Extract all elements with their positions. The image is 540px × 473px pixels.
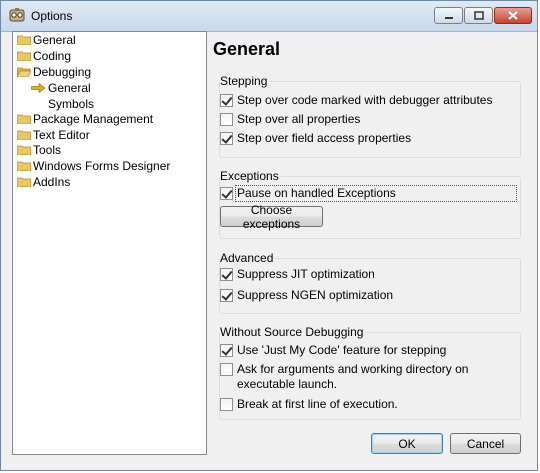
suppress-jit-checkbox[interactable] <box>220 268 233 281</box>
tree-item-tools[interactable]: Tools <box>17 142 61 158</box>
suppress-ngen-checkbox[interactable] <box>220 289 233 302</box>
checkbox-label: Step over code marked with debugger attr… <box>237 93 493 107</box>
folder-icon <box>17 145 31 155</box>
options-app-icon <box>9 8 25 22</box>
tree-item-package-management[interactable]: Package Management <box>17 111 153 127</box>
maximize-icon <box>473 11 484 20</box>
page-title: General <box>213 39 281 59</box>
folder-open-icon <box>17 67 31 77</box>
step-over-all-properties-checkbox[interactable] <box>220 113 233 126</box>
pause-on-handled-exceptions-checkbox[interactable] <box>220 187 233 200</box>
advanced-group-label: Advanced <box>220 251 276 265</box>
tree-item-addins[interactable]: AddIns <box>17 174 70 190</box>
minimize-button[interactable] <box>434 7 463 24</box>
tree-item-label: AddIns <box>33 175 71 189</box>
stepping-group-label: Stepping <box>220 74 270 88</box>
without-source-debugging-label: Without Source Debugging <box>220 325 366 339</box>
options-tree[interactable]: General Coding Debugging General Symbols… <box>12 31 207 455</box>
tree-item-label: Symbols <box>48 97 95 111</box>
checkbox-label: Pause on handled Exceptions <box>237 186 396 200</box>
tree-item-symbols[interactable]: Symbols <box>48 96 94 112</box>
maximize-button[interactable] <box>464 7 493 24</box>
checkbox-label: Suppress JIT optimization <box>237 267 375 281</box>
title-bar[interactable]: Options <box>1 1 537 32</box>
folder-icon <box>17 177 31 187</box>
checkbox-label-continued: executable launch. <box>237 377 338 391</box>
minimize-icon <box>444 16 453 19</box>
ok-button[interactable]: OK <box>371 433 443 454</box>
tree-item-label: Text Editor <box>33 128 90 142</box>
tree-item-label: General <box>48 81 91 95</box>
exceptions-group-label: Exceptions <box>220 169 281 183</box>
checkbox-label: Break at first line of execution. <box>237 397 398 411</box>
tree-item-label: Coding <box>33 49 72 63</box>
step-over-field-access-checkbox[interactable] <box>220 132 233 145</box>
ask-for-arguments-checkbox[interactable] <box>220 363 233 376</box>
tree-item-label: Tools <box>33 143 62 157</box>
tree-item-text-editor[interactable]: Text Editor <box>17 127 90 143</box>
just-my-code-checkbox[interactable] <box>220 344 233 357</box>
tree-item-debugging[interactable]: Debugging <box>17 64 91 80</box>
checkbox-label: Step over field access properties <box>237 131 412 145</box>
folder-icon <box>17 51 31 61</box>
close-icon <box>508 11 518 20</box>
checkbox-label: Use 'Just My Code' feature for stepping <box>237 343 447 357</box>
cancel-button[interactable]: Cancel <box>450 433 521 454</box>
break-at-first-line-checkbox[interactable] <box>220 398 233 411</box>
tree-item-general[interactable]: General <box>17 32 76 48</box>
folder-icon <box>17 114 31 124</box>
folder-icon <box>17 161 31 171</box>
step-over-debugger-attributes-checkbox[interactable] <box>220 94 233 107</box>
choose-exceptions-button[interactable]: Choose exceptions <box>220 203 323 231</box>
tree-item-label: Package Management <box>33 112 154 126</box>
tree-item-label: Debugging <box>33 65 92 79</box>
tree-item-label: General <box>33 33 76 47</box>
checkbox-label: Suppress NGEN optimization <box>237 288 394 302</box>
options-dialog: Options General Coding Debugging General… <box>0 0 538 471</box>
arrow-right-icon <box>31 83 45 93</box>
tree-item-windows-forms-designer[interactable]: Windows Forms Designer <box>17 158 170 174</box>
tree-item-coding[interactable]: Coding <box>17 48 71 64</box>
checkbox-label: Ask for arguments and working directory … <box>237 362 469 376</box>
folder-icon <box>17 130 31 140</box>
window-title: Options <box>31 9 73 23</box>
checkbox-label: Step over all properties <box>237 112 361 126</box>
folder-icon <box>17 35 31 45</box>
tree-item-label: Windows Forms Designer <box>33 159 171 173</box>
tree-item-debugging-general[interactable]: General <box>31 80 91 96</box>
close-button[interactable] <box>494 7 532 24</box>
